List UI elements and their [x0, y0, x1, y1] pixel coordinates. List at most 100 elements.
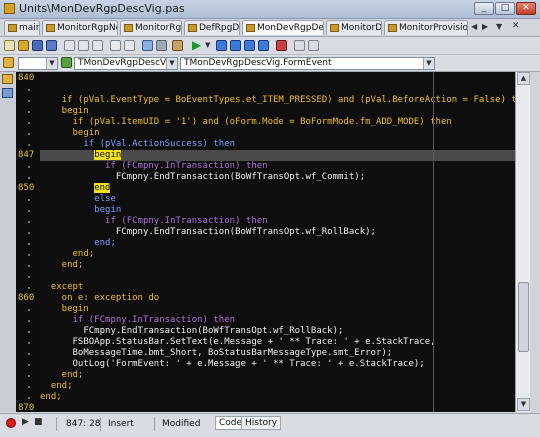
scroll-down-icon[interactable]: ▼ — [517, 398, 530, 411]
toggle-form-icon[interactable] — [156, 40, 167, 51]
code-line[interactable]: end; — [40, 392, 515, 403]
minimize-button[interactable]: _ — [474, 2, 494, 15]
scroll-up-icon[interactable]: ▲ — [517, 72, 530, 85]
undo-icon[interactable] — [110, 40, 121, 51]
trace-into-icon[interactable] — [244, 40, 255, 51]
view-unit-icon[interactable] — [294, 40, 305, 51]
code-token: FSBOApp.StatusBar.SetText(e.Message + ' … — [40, 337, 436, 347]
code-line[interactable]: end; — [40, 249, 515, 260]
view-form-icon[interactable] — [308, 40, 319, 51]
scroll-thumb[interactable] — [518, 282, 529, 352]
tab-label: main — [19, 23, 40, 33]
run-to-cursor-icon[interactable] — [258, 40, 269, 51]
code-line[interactable]: BoMessageTime.bmt_Short, BoStatusBarMess… — [40, 348, 515, 359]
tab-defrpgdesc[interactable]: DefRpgDesc — [184, 20, 240, 35]
code-line[interactable]: else — [40, 194, 515, 205]
code-line[interactable] — [40, 271, 515, 282]
tab-scroll-right-icon[interactable]: ▶ — [482, 22, 488, 31]
redo-icon[interactable] — [124, 40, 135, 51]
code-line[interactable]: if (pVal.ActionSuccess) then — [40, 139, 515, 150]
vertical-scrollbar[interactable]: ▲ ▼ — [515, 72, 531, 412]
unit-combo[interactable]: ▼ — [18, 57, 58, 70]
tab-history[interactable]: History — [241, 416, 282, 430]
code-line[interactable]: end; — [40, 370, 515, 381]
run-icon[interactable]: ▶ — [192, 38, 201, 52]
paste-icon[interactable] — [92, 40, 103, 51]
tab-main[interactable]: main — [4, 20, 40, 35]
stop-icon[interactable] — [276, 40, 287, 51]
code-line[interactable] — [40, 84, 515, 95]
code-line[interactable]: begin — [40, 106, 515, 117]
save-icon[interactable] — [32, 40, 43, 51]
code-line[interactable]: FSBOApp.StatusBar.SetText(e.Message + ' … — [40, 337, 515, 348]
code-line[interactable]: if (FCmpny.InTransaction) then — [40, 216, 515, 227]
close-button[interactable]: ✕ — [516, 2, 536, 15]
line-marker-dot — [28, 375, 30, 377]
code-line[interactable] — [40, 403, 515, 412]
code-line[interactable]: begin — [40, 150, 515, 161]
tab-close-icon[interactable]: ✕ — [512, 21, 520, 31]
new-icon[interactable] — [4, 40, 15, 51]
code-token: end; — [40, 260, 84, 270]
line-marker-dot — [28, 243, 30, 245]
code-token: else — [40, 194, 116, 204]
tab-monitordev[interactable]: MonitorDev — [326, 20, 382, 35]
code-line[interactable] — [40, 73, 515, 84]
code-editor[interactable]: if (pVal.EventType = BoEventTypes.et_ITE… — [40, 72, 515, 412]
line-number: 850 — [18, 183, 35, 193]
code-line[interactable]: if (pVal.EventType = BoEventTypes.et_ITE… — [40, 95, 515, 106]
structure-icon[interactable] — [2, 88, 13, 98]
tab-list-icon[interactable]: ▼ — [496, 22, 502, 31]
pause-icon[interactable] — [216, 40, 227, 51]
code-token: end — [94, 183, 111, 193]
method-combo[interactable]: TMonDevRgpDescVig.FormEvent ▼ — [180, 57, 435, 70]
code-line[interactable]: end; — [40, 238, 515, 249]
copy-icon[interactable] — [78, 40, 89, 51]
step-over-icon[interactable] — [230, 40, 241, 51]
code-line[interactable]: FCmpny.EndTransaction(BoWfTransOpt.wf_Ro… — [40, 326, 515, 337]
bookmark-icon[interactable] — [2, 74, 13, 84]
tab-scroll-left-icon[interactable]: ◀ — [471, 22, 477, 31]
tab-monitorprovisionvig[interactable]: MonitorProvisionVig — [384, 20, 468, 35]
macro-stop-icon[interactable]: ■ — [34, 417, 43, 427]
line-marker-dot — [28, 177, 30, 179]
code-line[interactable]: except — [40, 282, 515, 293]
code-line[interactable]: if (FCmpny.InTransaction) then — [40, 161, 515, 172]
code-line[interactable]: on e: exception do — [40, 293, 515, 304]
play-macro-icon[interactable]: ▶ — [22, 417, 29, 427]
code-token: if (pVal.ItemUID = '1') and (oForm.Mode … — [40, 117, 452, 127]
code-line[interactable]: end — [40, 183, 515, 194]
code-line[interactable]: begin — [40, 128, 515, 139]
chevron-down-icon: ▼ — [46, 58, 57, 69]
modified-state: Modified — [162, 419, 201, 429]
maximize-button[interactable]: □ — [495, 2, 515, 15]
tab-monitorrgpnoapl[interactable]: MonitorRgpNoApl — [42, 20, 118, 35]
record-macro-icon[interactable] — [6, 418, 16, 428]
tab-mondevrgpdescvig[interactable]: MonDevRgpDescVig — [242, 20, 324, 35]
unit-nav-icon[interactable] — [3, 57, 14, 68]
code-line[interactable]: if (pVal.ItemUID = '1') and (oForm.Mode … — [40, 117, 515, 128]
code-line[interactable]: begin — [40, 205, 515, 216]
find-icon[interactable] — [142, 40, 153, 51]
code-line[interactable]: begin — [40, 304, 515, 315]
code-line[interactable]: FCmpny.EndTransaction(BoWfTransOpt.wf_Ro… — [40, 227, 515, 238]
code-line[interactable]: if (FCmpny.InTransaction) then — [40, 315, 515, 326]
unit-icon — [388, 24, 397, 32]
line-marker-dot — [28, 320, 30, 322]
code-line[interactable]: OutLog('FormEvent: ' + e.Message + ' ** … — [40, 359, 515, 370]
code-line[interactable]: end; — [40, 260, 515, 271]
main-toolbar: ▶ ▼ — [0, 37, 540, 55]
tab-label: MonitorDev — [341, 23, 382, 33]
class-combo[interactable]: TMonDevRgpDescVig ▼ — [74, 57, 178, 70]
save-all-icon[interactable] — [46, 40, 57, 51]
cut-icon[interactable] — [64, 40, 75, 51]
tab-monitorrgp[interactable]: MonitorRgp — [120, 20, 182, 35]
project-icon[interactable] — [172, 40, 183, 51]
run-dropdown-icon[interactable]: ▼ — [205, 41, 210, 49]
open-icon[interactable] — [18, 40, 29, 51]
code-line[interactable]: FCmpny.EndTransaction(BoWfTransOpt.wf_Co… — [40, 172, 515, 183]
method-combo-value: TMonDevRgpDescVig.FormEvent — [184, 58, 332, 68]
code-line[interactable]: end; — [40, 381, 515, 392]
